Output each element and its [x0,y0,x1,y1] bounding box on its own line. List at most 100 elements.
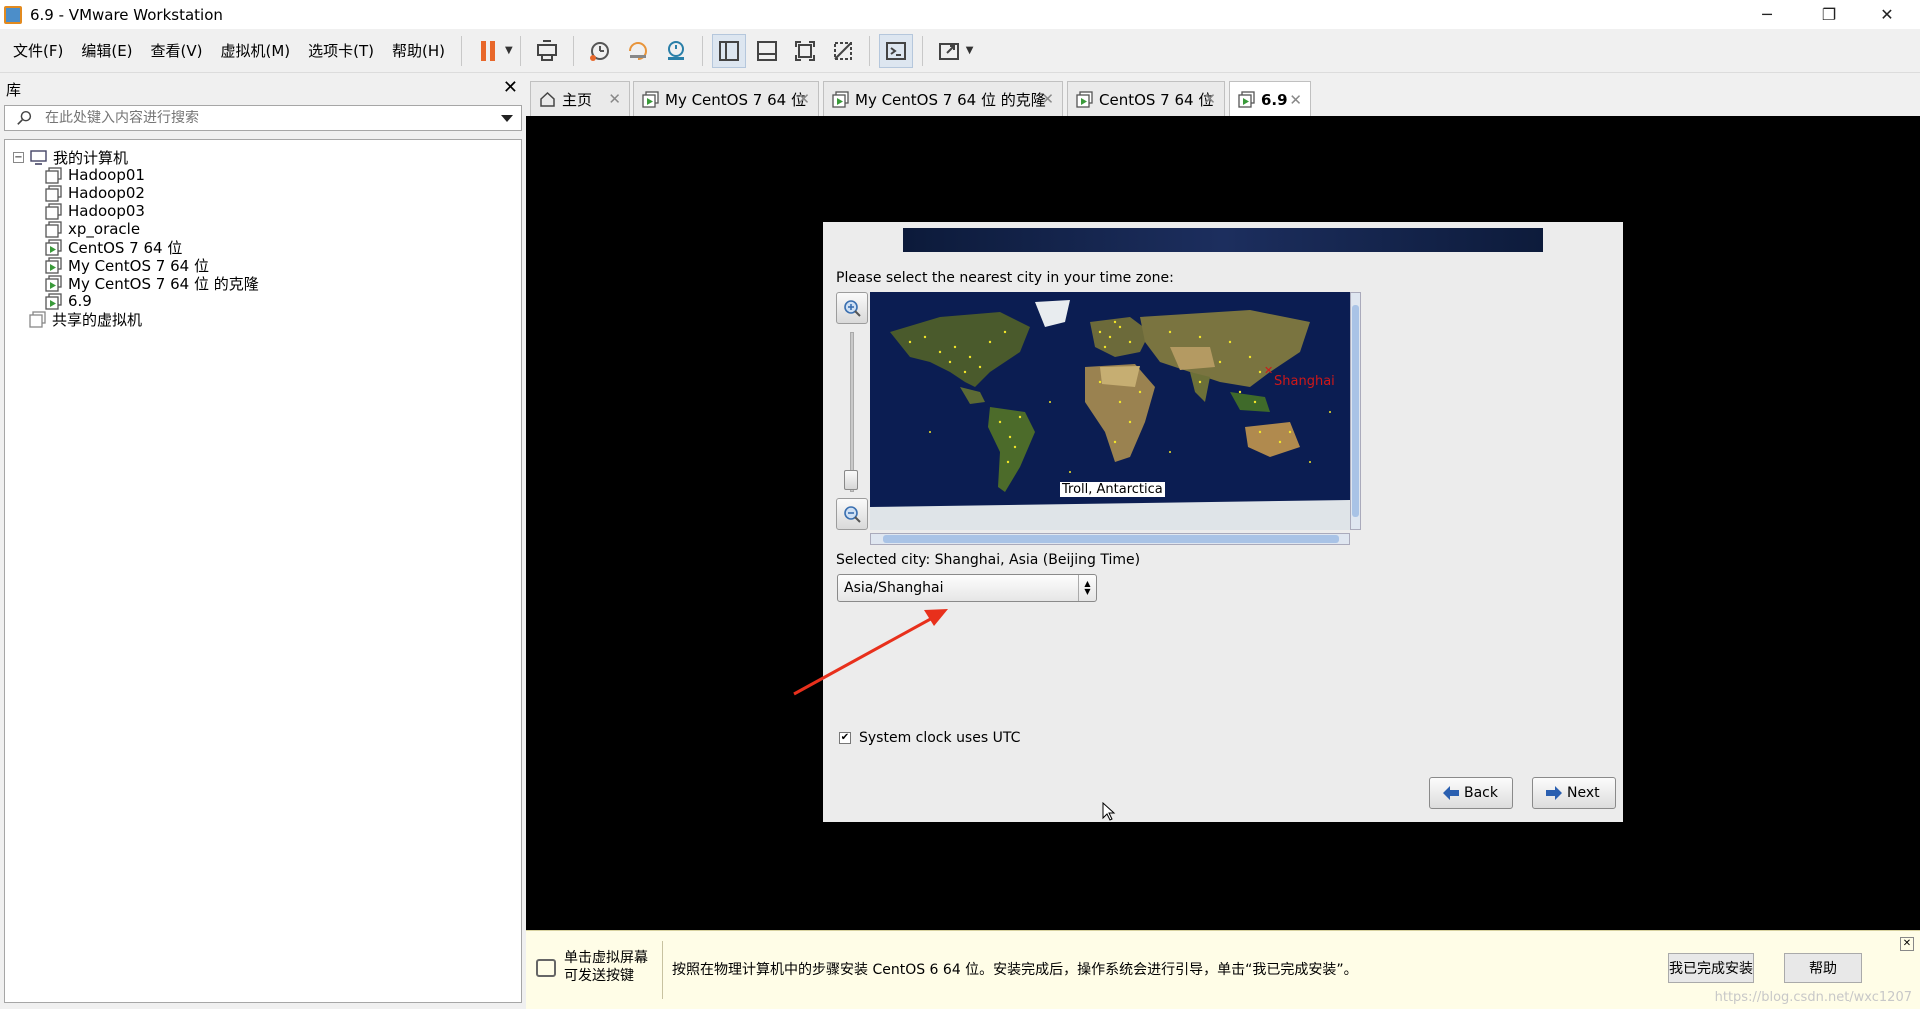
close-hint-icon[interactable]: ✕ [1900,937,1914,951]
fullscreen-icon [794,40,815,61]
menu-toolbar: 文件(F) 编辑(E) 查看(V) 虚拟机(M) 选项卡(T) 帮助(H) ▼ … [0,29,1920,73]
library-view-icon [718,40,739,61]
toolbar-divider [519,35,521,66]
toolbar-divider [701,35,703,66]
library-search [4,105,522,131]
vm-on-icon [832,90,849,108]
menu-tabs[interactable]: 选项卡(T) [299,29,383,73]
tab-my-centos7-clone[interactable]: My CentOS 7 64 位 的克隆 ✕ [823,81,1063,116]
collapse-icon[interactable]: − [13,151,24,163]
send-ctrl-alt-del-button[interactable] [530,34,564,68]
stretch-guest-button[interactable] [932,34,966,68]
search-icon [17,110,32,125]
zoom-in-button[interactable] [836,292,868,324]
zoom-out-icon [844,506,861,523]
timezone-prompt: Please select the nearest city in your t… [836,270,1174,286]
watermark: https://blog.csdn.net/wxc1207 [1714,990,1912,1005]
library-title: 库 [6,80,22,99]
console-icon [885,41,906,60]
snapshot-manager-button[interactable] [659,34,693,68]
pause-button[interactable] [471,34,505,68]
vm-on-icon [45,274,62,292]
menu-edit[interactable]: 编辑(E) [72,29,141,73]
close-tab-icon[interactable]: ✕ [608,90,621,108]
take-snapshot-button[interactable] [583,34,617,68]
timezone-select-value: Asia/Shanghai [844,580,944,596]
mouse-cursor-icon [1102,802,1116,821]
tab-label: My CentOS 7 64 位 [665,90,806,109]
unity-button[interactable] [826,34,860,68]
vm-console[interactable]: Please select the nearest city in your t… [526,116,1920,930]
vm-off-icon [45,184,62,202]
selected-city-marker-icon: ✕ [1264,364,1274,377]
menu-vm[interactable]: 虚拟机(M) [212,29,300,73]
map-city-label: Shanghai [1274,374,1335,389]
utc-checkbox[interactable]: ✔ [839,732,851,744]
tab-my-centos7[interactable]: My CentOS 7 64 位 ✕ [633,81,819,116]
shared-vm-icon [29,310,46,328]
revert-snapshot-icon [628,41,647,60]
search-dropdown-icon[interactable] [501,115,513,122]
show-library-button[interactable] [711,33,746,68]
map-vertical-scrollbar[interactable] [1350,292,1361,530]
tab-6-9[interactable]: 6.9 ✕ [1229,81,1311,117]
vm-on-icon [45,238,62,256]
vm-on-icon [1076,90,1093,108]
library-panel: 库 ✕ − 我的计算机 Hadoop01 Hadoop02 Hadoop03 x… [0,73,526,1009]
updown-icon: ▲ ▼ [1078,575,1096,601]
title-bar: 6.9 - VMware Workstation ─ ❐ ✕ [0,0,1920,29]
utc-label: System clock uses UTC [859,730,1021,746]
utc-checkbox-row[interactable]: ✔ System clock uses UTC [839,730,1020,746]
vm-off-icon [45,220,62,238]
next-arrow-icon [1546,786,1562,800]
close-library-icon[interactable]: ✕ [503,77,518,98]
close-tab-icon[interactable]: ✕ [1203,90,1216,108]
close-tab-icon[interactable]: ✕ [1289,91,1302,109]
minimize-button[interactable]: ─ [1738,0,1796,29]
tree-item-shared-vms[interactable]: 共享的虚拟机 [29,308,142,330]
console-view-button[interactable] [878,33,913,68]
close-tab-icon[interactable]: ✕ [797,90,810,108]
stretch-dropdown-icon[interactable]: ▼ [966,45,974,56]
zoom-out-button[interactable] [836,498,868,530]
tab-centos7[interactable]: CentOS 7 64 位 ✕ [1067,81,1225,116]
menu-file[interactable]: 文件(F) [4,29,72,73]
map-hover-tooltip: Troll, Antarctica [1060,482,1165,497]
menu-help[interactable]: 帮助(H) [383,29,454,73]
send-keys-icon [536,39,557,61]
next-button[interactable]: Next [1532,777,1616,809]
tab-home[interactable]: 主页 ✕ [530,81,630,116]
zoom-slider-thumb[interactable] [844,470,858,490]
revert-snapshot-button[interactable] [621,34,655,68]
library-search-input[interactable] [45,110,485,126]
full-screen-button[interactable] [788,34,822,68]
vm-off-icon [45,166,62,184]
map-horizontal-scrollbar[interactable] [870,533,1350,545]
close-tab-icon[interactable]: ✕ [1041,90,1054,108]
selected-city-text: Selected city: Shanghai, Asia (Beijing T… [836,552,1141,568]
thumbnail-bar-button[interactable] [750,34,784,68]
help-button[interactable]: 帮助 [1784,953,1862,983]
menu-view[interactable]: 查看(V) [142,29,212,73]
computer-icon [30,149,47,165]
back-button[interactable]: Back [1429,777,1513,809]
next-label: Next [1567,785,1600,801]
restore-button[interactable]: ❐ [1800,0,1858,29]
world-map[interactable]: ✕ Shanghai Troll, Antarctica [870,292,1350,530]
close-window-button[interactable]: ✕ [1858,0,1916,29]
vmware-logo-icon [4,5,22,24]
hint-divider [662,941,663,999]
toolbar-divider [461,35,463,66]
installer-banner [903,228,1543,252]
back-arrow-icon [1443,786,1459,800]
tab-label: CentOS 7 64 位 [1099,90,1214,109]
zoom-slider-track[interactable] [850,332,854,492]
toolbar-divider [868,35,870,66]
unity-icon [833,41,852,60]
pause-dropdown-icon[interactable]: ▼ [505,45,513,56]
installation-done-button[interactable]: 我已完成安装 [1668,953,1754,983]
hint-message: 按照在物理计算机中的步骤安装 CentOS 6 64 位。安装完成后，操作系统会… [672,962,1358,978]
timezone-map-widget: ✕ Shanghai Troll, Antarctica [836,292,1361,545]
timezone-select[interactable]: Asia/Shanghai ▲ ▼ [837,574,1097,602]
back-label: Back [1464,785,1498,801]
